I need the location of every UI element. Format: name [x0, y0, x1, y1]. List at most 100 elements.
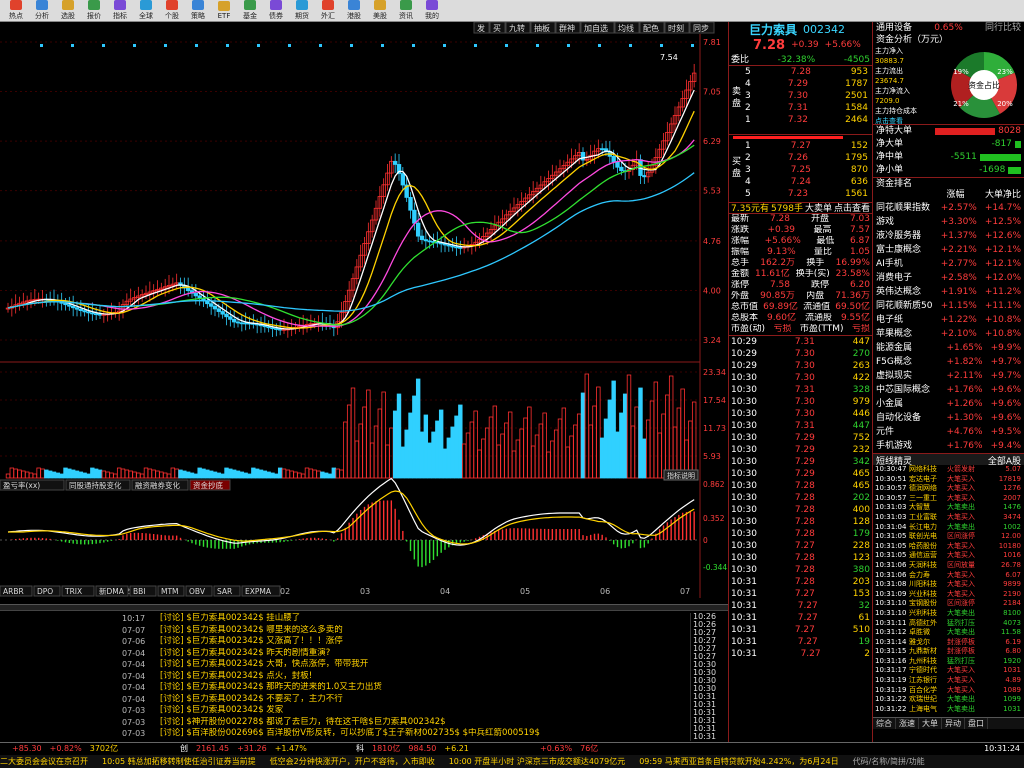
indicator-tab[interactable]: 融资融券变化	[135, 480, 180, 490]
chart-tab[interactable]: 抽板	[534, 23, 550, 33]
radar-tab[interactable]: 涨速	[896, 718, 919, 729]
sector-row[interactable]: 小金属 +1.26% +9.6%	[873, 397, 1024, 411]
sector-row[interactable]: 同花顺果指数 +2.57% +14.7%	[873, 201, 1024, 215]
chart-tab[interactable]: 同步	[693, 24, 709, 33]
indicator-select-tab[interactable]: 新DMA	[99, 586, 125, 596]
radar-row[interactable]: 10:31:03 大智慧 大笔卖出 1476	[873, 503, 1024, 513]
toolbar-item-0[interactable]: 热点	[4, 0, 28, 21]
radar-row[interactable]: 10:31:12 卓胜微 大笔卖出 11.58	[873, 628, 1024, 638]
sector-list[interactable]: 同花顺果指数 +2.57% +14.7% 游戏 +3.30% +12.5% 液冷服务器 +1.…	[873, 201, 1024, 453]
sell-level[interactable]: 3 7.30 2501	[745, 90, 872, 102]
toolbar-item-7[interactable]: 策略	[186, 0, 210, 21]
radar-row[interactable]: 10:31:16 九州科技 猛烈打压 1920	[873, 657, 1024, 667]
sell-level[interactable]: 4 7.29 1787	[745, 78, 872, 90]
radar-tab[interactable]: 盘口	[965, 718, 988, 729]
radar-row[interactable]: 10:31:06 会力寿 大笔买入 6.07	[873, 571, 1024, 581]
toolbar-item-11[interactable]: 期货	[290, 0, 314, 21]
news-item[interactable]: [讨论] $巨力索具002342$ 发家	[160, 705, 283, 716]
toolbar-item-8[interactable]: ETF	[212, 1, 236, 20]
radar-row[interactable]: 10:30:57 三一重工 大笔买入 2007	[873, 494, 1024, 504]
radar-row[interactable]: 10:31:08 川阳科技 大笔买入 9899	[873, 580, 1024, 590]
buy-level[interactable]: 3 7.25 870	[745, 164, 872, 176]
toolbar-item-4[interactable]: 指标	[108, 0, 132, 21]
sell-level[interactable]: 2 7.31 1584	[745, 102, 872, 114]
sector-row[interactable]: 能源金属 +1.65% +9.9%	[873, 341, 1024, 355]
indicator-select-tab[interactable]: DPO	[37, 587, 53, 596]
ticker-news[interactable]: 二大委员会会议在京召开	[0, 757, 88, 766]
radar-row[interactable]: 10:31:19 江苏银行 大笔买入 4.89	[873, 676, 1024, 686]
radar-row[interactable]: 10:31:10 宝钢股份 区间涨停 2184	[873, 599, 1024, 609]
buy-level[interactable]: 4 7.24 636	[745, 176, 872, 188]
radar-row[interactable]: 10:31:22 欢瑞世纪 大笔卖出 1099	[873, 695, 1024, 705]
indicator-select-tab[interactable]: SAR	[217, 587, 232, 596]
sector-row[interactable]: 富士康概念 +2.21% +12.1%	[873, 243, 1024, 257]
radar-row[interactable]: 10:31:22 上海电气 大笔卖出 1031	[873, 705, 1024, 715]
index-segment[interactable]: 科 1810亿 984.50 +6.21	[352, 743, 528, 755]
radar-row[interactable]: 10:30:47 网络科技 火箭发射 5.07	[873, 465, 1024, 475]
radar-row[interactable]: 10:30:51 宏达电子 大笔买入 17819	[873, 475, 1024, 485]
news-item[interactable]: [讨论] $神开股份002278$ 都说了去巨力，待在这干啥$巨力索具00234…	[160, 717, 446, 728]
news-item[interactable]: [讨论] $巨力索具002342$ 不要买了，主力不行	[160, 694, 343, 705]
indicator-select-tab[interactable]: BBI	[133, 587, 146, 596]
radar-row[interactable]: 10:31:09 兴业科技 大笔买入 2190	[873, 590, 1024, 600]
sell-level[interactable]: 5 7.28 953	[745, 66, 872, 78]
chart-tab[interactable]: 时刻	[668, 23, 684, 33]
radar-list[interactable]: 10:30:47 网络科技 火箭发射 5.07 10:30:51 宏达电子 大笔买入 1781…	[873, 465, 1024, 717]
indicator-tab[interactable]: 盈亏率(xx)	[3, 480, 40, 490]
radar-row[interactable]: 10:30:57 德润网络 大笔买入 1276	[873, 484, 1024, 494]
toolbar-item-5[interactable]: 全球	[134, 0, 158, 21]
toolbar-item-12[interactable]: 外汇	[316, 0, 340, 21]
buy-level[interactable]: 1 7.27 152	[745, 140, 872, 152]
ticker-news[interactable]: 09:59 马来西亚首条自特贷款开始4.242%，为6月24日	[639, 757, 838, 766]
index-segment[interactable]: 创 2161.45 +31.26 +1.47%	[176, 743, 352, 755]
toolbar-item-3[interactable]: 报价	[82, 0, 106, 21]
radar-row[interactable]: 10:31:17 宁德时代 大笔买入 1031	[873, 666, 1024, 676]
chart-tab[interactable]: 群神	[559, 23, 575, 33]
toolbar-item-2[interactable]: 选股	[56, 0, 80, 21]
sector-row[interactable]: 电子纸 +1.22% +10.8%	[873, 313, 1024, 327]
news-item[interactable]: [讨论] $巨力索具002342$ 大哥，快点涨停，带带我开	[160, 659, 368, 670]
chart-tab[interactable]: 加自选	[584, 23, 608, 33]
toolbar-item-1[interactable]: 分析	[30, 0, 54, 21]
sector-row[interactable]: 英伟达概念 +1.91% +11.2%	[873, 285, 1024, 299]
news-item[interactable]: [讨论] $巨力索具002342$ 昨天的剧情重演?	[160, 648, 330, 659]
radar-row[interactable]: 10:31:04 长江电力 大笔卖出 1002	[873, 523, 1024, 533]
radar-row[interactable]: 10:31:10 兴利科技 大笔卖出 8100	[873, 609, 1024, 619]
chart-tab[interactable]: 发	[477, 23, 485, 33]
sector-row[interactable]: 游戏 +3.30% +12.5%	[873, 215, 1024, 229]
indicator-select-tab[interactable]: MTM	[161, 587, 179, 596]
news-item[interactable]: [讨论] $巨力索具002342$ 点火，封板!	[160, 671, 312, 682]
index-segment[interactable]: +85.30 +0.82% 3702亿	[0, 743, 176, 755]
radar-row[interactable]: 10:31:19 百合化学 大笔买入 1089	[873, 686, 1024, 696]
indicator-select-tab[interactable]: EXPMA	[245, 587, 272, 596]
radar-tab[interactable]: 综合	[873, 718, 896, 729]
toolbar-item-9[interactable]: 基金	[238, 0, 262, 21]
ticker-news[interactable]: 10:00 开盘半小时 沪深京三市成交额达4079亿元	[449, 757, 626, 766]
industry-header[interactable]: 通用设备 0.65% 同行比较	[873, 22, 1024, 34]
sector-row[interactable]: F5G概念 +1.82% +9.7%	[873, 355, 1024, 369]
indicator-select-tab[interactable]: TRIX	[64, 587, 82, 596]
sector-row[interactable]: 自动化设备 +1.30% +9.6%	[873, 411, 1024, 425]
indicator-tab[interactable]: 同股通持股变化	[69, 480, 122, 490]
toolbar-item-14[interactable]: 美股	[368, 0, 392, 21]
radar-row[interactable]: 10:31:15 九鼎新材 封涨停板 6.80	[873, 647, 1024, 657]
chart-tab[interactable]: 买	[493, 24, 501, 33]
radar-row[interactable]: 10:31:05 哈药股份 大笔买入 10180	[873, 542, 1024, 552]
buy-level[interactable]: 5 7.23 1561	[745, 188, 872, 200]
kline-chart-svg[interactable]: 发买九转 抽板 群神 加自选 均线 配色 时刻 同步 7.81 7.05 6.29 5.53 4.76 4…	[0, 21, 728, 602]
flow-label[interactable]: 点击查看	[875, 116, 947, 126]
toolbar-item-15[interactable]: 资讯	[394, 0, 418, 21]
news-item[interactable]: [讨论] $巨力索具002342$ 那昨天的进来的1.0又主力出货	[160, 682, 382, 693]
radar-row[interactable]: 10:31:05 通信运营 大笔买入 1016	[873, 551, 1024, 561]
sector-row[interactable]: 苹果概念 +2.10% +10.8%	[873, 327, 1024, 341]
buy-level[interactable]: 2 7.26 1795	[745, 152, 872, 164]
ticker-news[interactable]: 代码/名称/简拼/功能	[853, 757, 925, 766]
toolbar-item-13[interactable]: 港股	[342, 0, 366, 21]
sector-row[interactable]: 消费电子 +2.58% +12.0%	[873, 271, 1024, 285]
sector-row[interactable]: 同花顺新质50 +1.15% +11.1%	[873, 299, 1024, 313]
radar-row[interactable]: 10:31:05 联创光电 区间涨停 12.00	[873, 532, 1024, 542]
sector-row[interactable]: 液冷服务器 +1.37% +12.6%	[873, 229, 1024, 243]
news-item[interactable]: [讨论] $巨力索具002342$ 哪里来的这么多卖的	[160, 625, 343, 636]
indicator-help-label[interactable]: 指标说明	[667, 471, 695, 480]
index-segment[interactable]: +0.63% 76亿	[528, 743, 704, 755]
